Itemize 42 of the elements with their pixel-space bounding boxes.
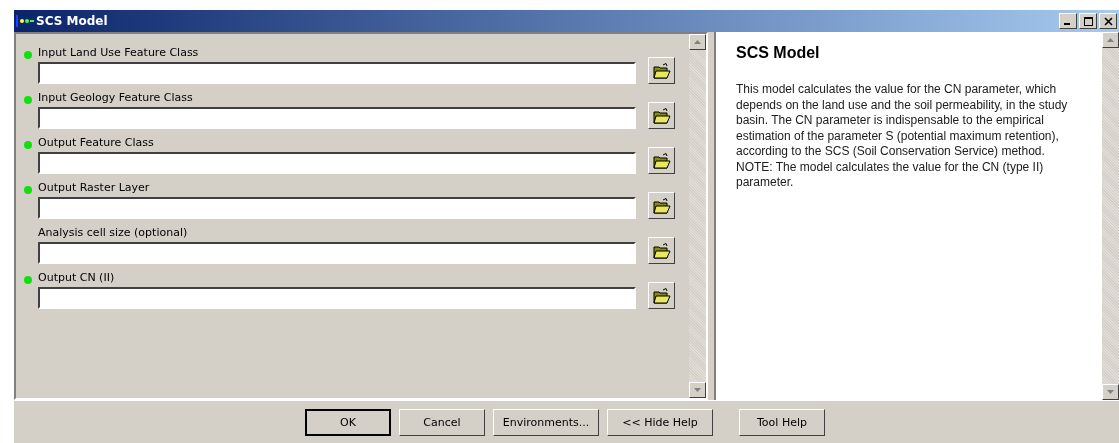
input-field[interactable] [38,241,636,264]
close-button[interactable] [1099,13,1117,29]
dialog-button[interactable]: Cancel [399,408,485,436]
open-folder-button[interactable] [648,102,675,129]
dialog-button[interactable]: Environments... [493,408,599,436]
scroll-down-button[interactable] [689,382,706,398]
scroll-down-button[interactable] [1102,384,1119,400]
help-text: This model calculates the value for the CN parameter, which depends on the land use and the soil permeability, in the study basin. The CN parameter is indispensable to the empirical estimation of the parameter S (potential maximum retention), according to the SCS (Soil Conservation Service) method. NOTE: The model calculates the value for the CN (type II) parameter. [736,82,1069,191]
input-field[interactable] [38,151,636,174]
help-title: SCS Model [736,44,821,62]
maximize-icon [1083,16,1093,26]
scroll-up-button[interactable] [1102,32,1119,48]
parameter-label: Output Raster Layer [38,181,150,194]
maximize-button[interactable] [1079,13,1097,29]
scroll-up-button[interactable] [689,34,706,50]
parameter-label: Output CN (II) [38,271,115,284]
scrollbar[interactable] [1102,32,1119,400]
up-arrow-icon [694,40,701,44]
dialog-button[interactable]: << Hide Help [607,408,713,436]
up-arrow-icon [1107,38,1114,42]
input-field[interactable] [38,61,636,84]
down-arrow-icon [694,388,701,392]
open-folder-button[interactable] [648,237,675,264]
open-folder-button[interactable] [648,282,675,309]
input-field[interactable] [38,106,636,129]
parameter-label: Analysis cell size (optional) [38,226,188,239]
minimize-button[interactable] [1059,13,1077,29]
dialog-button[interactable]: Tool Help [739,408,825,436]
model-icon [16,14,34,28]
window-title: SCS Model [36,14,109,28]
open-folder-button[interactable] [648,192,675,219]
input-field[interactable] [38,196,636,219]
dialog-button[interactable]: OK [305,408,391,436]
open-folder-button[interactable] [648,147,675,174]
close-icon [1103,16,1113,26]
scrollbar[interactable] [689,34,706,398]
parameter-label: Output Feature Class [38,136,154,149]
open-folder-button[interactable] [648,57,675,84]
parameter-label: Input Land Use Feature Class [38,46,199,59]
parameter-label: Input Geology Feature Class [38,91,193,104]
input-field[interactable] [38,286,636,309]
down-arrow-icon [1107,390,1114,394]
